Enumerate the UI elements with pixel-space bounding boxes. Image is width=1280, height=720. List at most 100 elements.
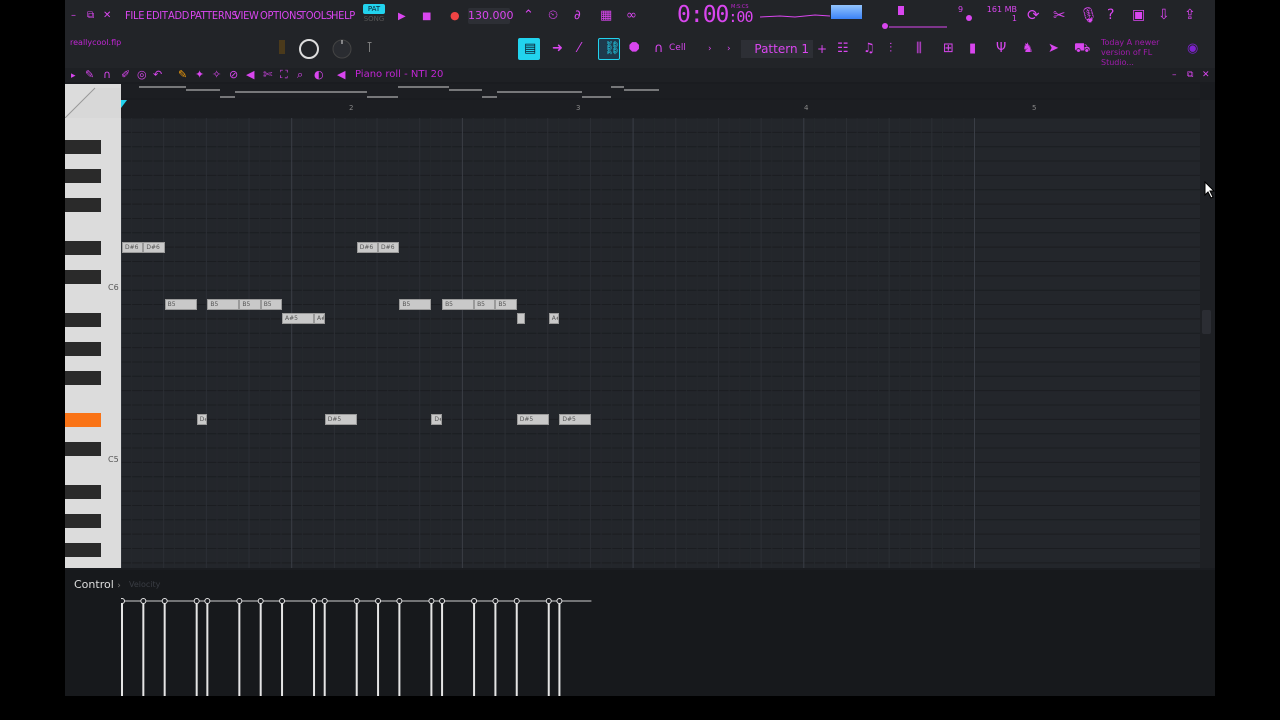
note[interactable]: B5	[164, 299, 197, 310]
magnet-icon[interactable]: ⯃	[629, 42, 639, 56]
black-key[interactable]	[65, 313, 101, 327]
delete-tool-icon[interactable]: ✧	[212, 68, 221, 82]
playhead-marker[interactable]	[121, 100, 129, 112]
brush-tool-icon[interactable]: ✦	[195, 68, 204, 82]
stamp-tool-icon[interactable]: ◎	[137, 68, 147, 82]
help-icon[interactable]: ?	[1107, 8, 1114, 22]
options-arrow-icon[interactable]: ▸	[71, 69, 76, 83]
note[interactable]: D#6	[378, 242, 400, 253]
note[interactable]: D#5	[516, 414, 549, 425]
note[interactable]: B5	[239, 299, 261, 310]
pr-close-icon[interactable]: ✕	[1202, 68, 1210, 82]
draw-tool-icon[interactable]: ✎	[85, 68, 94, 82]
online-status-icon[interactable]: ◉	[1187, 42, 1198, 56]
magnet-tool-icon[interactable]: ∩	[103, 68, 111, 82]
tools-icon[interactable]: ✂	[1053, 8, 1066, 23]
note[interactable]: D#6	[143, 242, 165, 253]
metronome-icon[interactable]: ⌃	[523, 9, 534, 23]
vertical-scrollbar[interactable]	[1200, 100, 1215, 568]
note[interactable]: D#6	[122, 242, 144, 253]
countdown-icon[interactable]: ∂	[574, 9, 581, 23]
note[interactable]: D#5	[431, 414, 443, 425]
black-key[interactable]	[65, 169, 101, 183]
menu-help[interactable]: HELP	[331, 9, 355, 22]
add-pattern-icon[interactable]: +	[817, 42, 827, 56]
plugin-icon[interactable]: ▮	[969, 42, 976, 56]
menu-view[interactable]: VIEW	[234, 9, 259, 22]
mixer-icon[interactable]: ⫶	[889, 42, 892, 56]
save-icon[interactable]: ▣	[1132, 8, 1145, 22]
close-icon[interactable]: ✕	[103, 10, 111, 21]
pattern-overview[interactable]	[121, 84, 1200, 98]
piano-keyboard[interactable]: C6 C5	[65, 84, 121, 568]
pat-song-toggle[interactable]: PAT SONG	[363, 4, 385, 24]
play-icon[interactable]: ▶	[398, 10, 406, 24]
paint-tool-icon[interactable]: ✎	[178, 68, 187, 82]
upload-icon[interactable]: ⇪	[1184, 8, 1196, 22]
menu-tools[interactable]: TOOLS	[300, 9, 332, 22]
black-key[interactable]	[65, 543, 101, 557]
scroll-thumb[interactable]	[1202, 310, 1211, 334]
browser-icon[interactable]: ⊞	[943, 42, 954, 56]
main-pitch-knob[interactable]	[330, 38, 354, 62]
restore-icon[interactable]: ⧉	[87, 10, 94, 21]
wait-input-icon[interactable]: ⏲	[548, 9, 558, 23]
tempo-display[interactable]: 130.000	[468, 8, 514, 24]
pencil-tool-icon[interactable]: ✐	[121, 68, 130, 82]
zoom-tool-icon[interactable]: ⌕	[297, 68, 303, 82]
black-key[interactable]	[65, 514, 101, 528]
control-label[interactable]: Control ›	[74, 578, 121, 591]
speaker-icon[interactable]: ◀	[337, 68, 345, 82]
note[interactable]: B5	[260, 299, 283, 310]
note[interactable]	[516, 313, 525, 324]
plugin-database-icon[interactable]: Ψ	[996, 42, 1006, 56]
velocity-lane[interactable]	[121, 592, 1200, 696]
menu-patterns[interactable]: PATTERNS	[190, 9, 238, 22]
note[interactable]: B5	[474, 299, 496, 310]
keyboard-zoom-handle[interactable]	[65, 84, 121, 118]
timeline-ruler[interactable]: 2 3 4 5	[121, 100, 1200, 118]
pattern-selector[interactable]: Pattern 1	[741, 40, 813, 58]
note[interactable]: B5	[399, 299, 432, 310]
refresh-icon[interactable]: ⟳	[1027, 8, 1040, 23]
note[interactable]: D#6	[356, 242, 379, 253]
microphone-icon[interactable]: 🎙	[1079, 8, 1098, 23]
black-key[interactable]	[65, 442, 101, 456]
note[interactable]: D#5	[196, 414, 208, 425]
mixer-sliders-icon[interactable]: ⫼	[916, 42, 922, 56]
main-volume-knob[interactable]	[297, 38, 321, 62]
pr-maximize-icon[interactable]: ⧉	[1187, 68, 1193, 82]
black-key[interactable]	[65, 371, 101, 385]
stop-icon[interactable]: ■	[422, 10, 431, 24]
note[interactable]: A#5	[314, 313, 325, 324]
pat-mode[interactable]: PAT	[363, 4, 385, 14]
black-key[interactable]	[65, 140, 101, 154]
export-icon[interactable]: ⇩	[1158, 8, 1170, 22]
snap-arrow-icon[interactable]: ›	[708, 42, 712, 56]
playlist-icon[interactable]: ☷	[837, 42, 849, 56]
record-icon[interactable]: ●	[450, 9, 460, 23]
pr-minimize-icon[interactable]: –	[1172, 68, 1177, 82]
step-edit-icon[interactable]: ▦	[600, 9, 612, 23]
menu-options[interactable]: OPTIONS	[260, 9, 302, 22]
note-grid[interactable]: D#6D#6B5D#5B5B5B5A#5A#5D#5D#6D#6B5D#5B5B…	[121, 118, 1200, 568]
snap-magnet-icon[interactable]: ∩	[654, 42, 664, 56]
highlighted-key[interactable]	[65, 413, 101, 427]
song-mode[interactable]: SONG	[363, 14, 385, 24]
black-key[interactable]	[65, 342, 101, 356]
snap-selector[interactable]: Cell	[669, 43, 686, 53]
black-key[interactable]	[65, 241, 101, 255]
black-key[interactable]	[65, 270, 101, 284]
black-key[interactable]	[65, 485, 101, 499]
undo-icon[interactable]: ↶	[153, 68, 162, 82]
note[interactable]: A#5	[548, 313, 560, 324]
minimize-icon[interactable]: –	[71, 10, 76, 21]
pencil-shortcut-icon[interactable]: ⁄	[578, 42, 580, 56]
note[interactable]: B5	[442, 299, 475, 310]
playback-tool-icon[interactable]: ◐	[314, 68, 324, 82]
slip-tool-icon[interactable]: ◀	[246, 68, 254, 82]
slice-tool-icon[interactable]: ✄	[263, 68, 272, 82]
news-panel[interactable]: Today A newer version of FL Studio...	[1101, 38, 1171, 68]
select-tool-icon[interactable]: ⛶	[280, 68, 288, 82]
pattern-prev-icon[interactable]: ›	[727, 42, 731, 56]
